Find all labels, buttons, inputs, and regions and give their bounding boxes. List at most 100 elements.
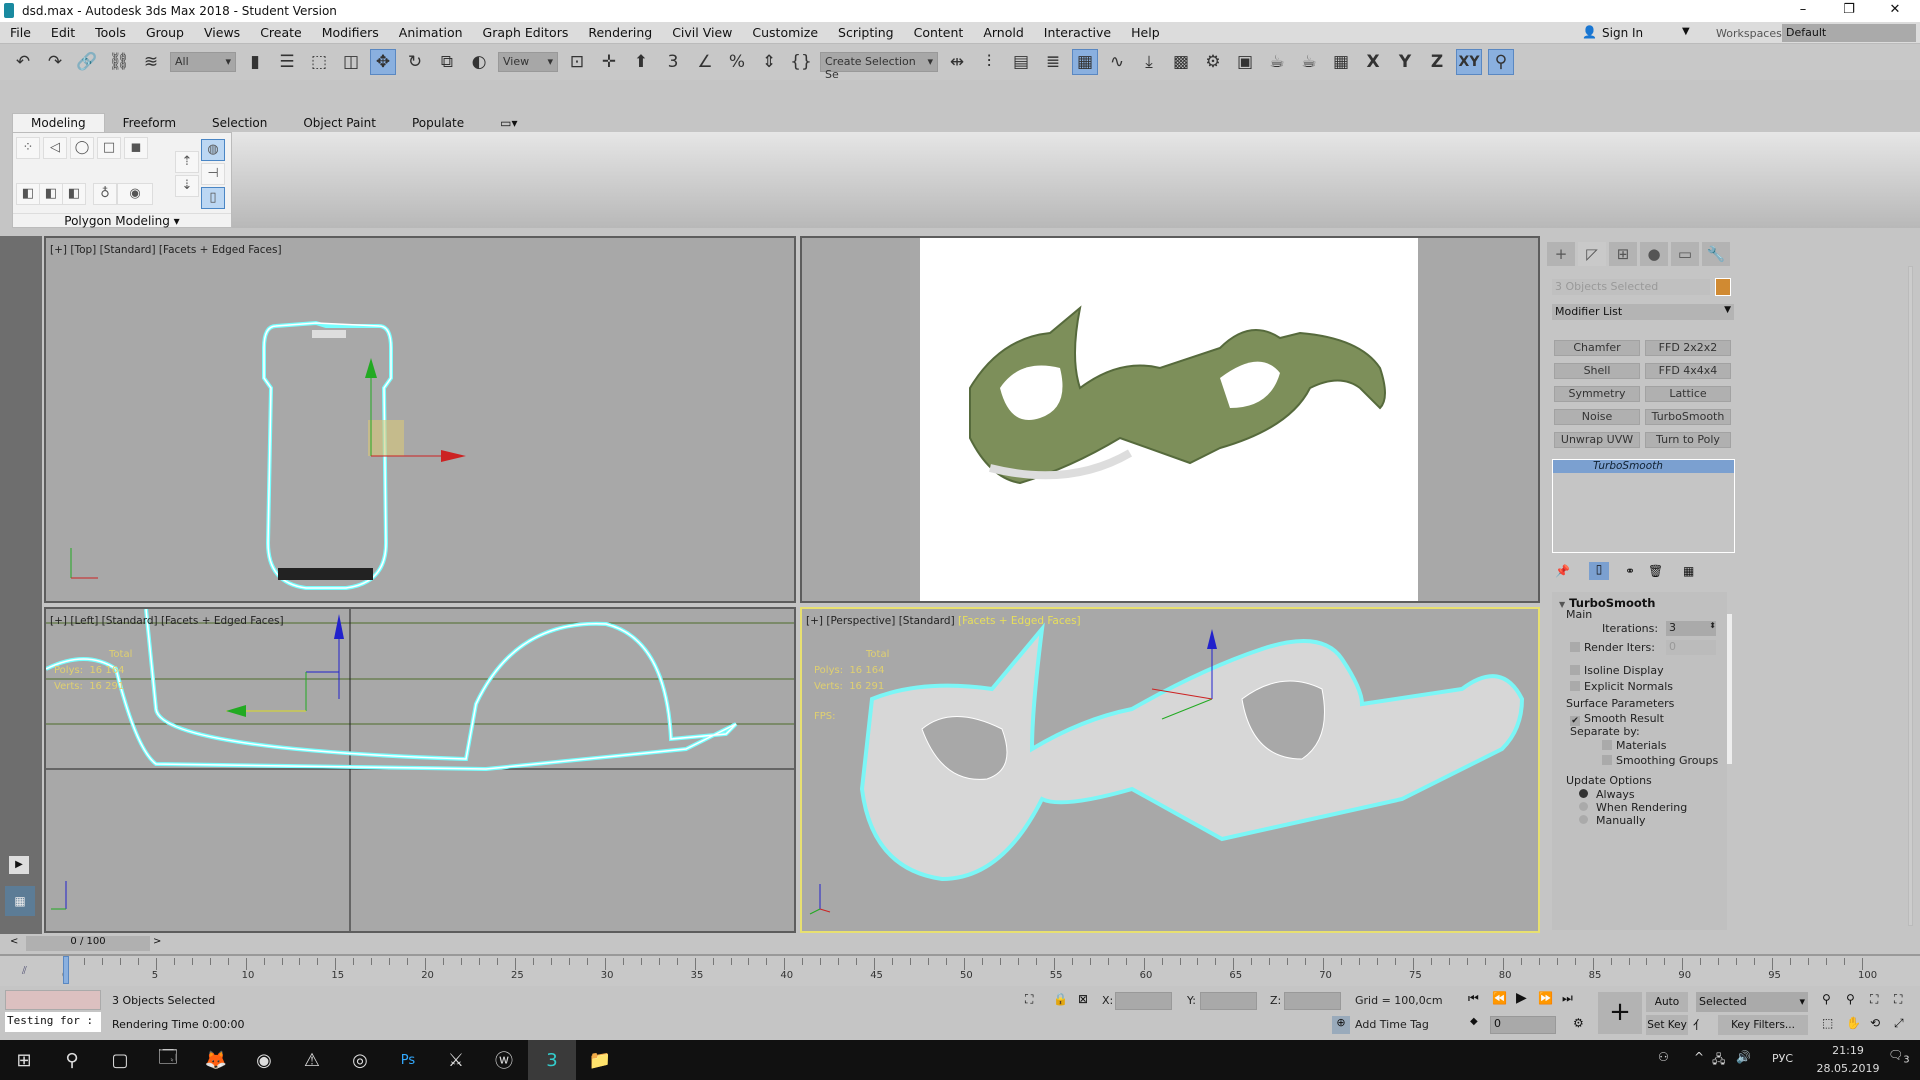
orbit-icon[interactable]: ⟲ [1870, 1016, 1880, 1030]
explicit-normals-checkbox[interactable]: Explicit Normals [1570, 680, 1673, 693]
axis-xy-button[interactable]: XY [1456, 49, 1482, 75]
axis-y-button[interactable]: Y [1392, 49, 1418, 75]
move-up-icon[interactable]: ⇡ [175, 151, 199, 173]
menu-scripting[interactable]: Scripting [828, 25, 904, 40]
schematic-view-icon[interactable]: ⤓ [1136, 49, 1162, 75]
viewport-top[interactable]: [+] [Top] [Standard] [Facets + Edged Fac… [44, 236, 796, 603]
viewport-label[interactable]: [+] [Left] [Standard] [Facets + Edged Fa… [50, 615, 284, 627]
viewport-menu[interactable]: [+] [806, 615, 823, 627]
3dsmax-taskbar-icon[interactable]: 3 [528, 1040, 576, 1080]
edge-icon[interactable]: ◁ [43, 137, 67, 159]
align-icon[interactable]: ⫶ [976, 49, 1002, 75]
viewport-mode[interactable]: [Facets + Edged Faces] [958, 615, 1081, 627]
window-crossing-icon[interactable]: ◫ [338, 49, 364, 75]
zoom-all-icon[interactable]: ⚲ [1846, 992, 1855, 1006]
select-by-name-icon[interactable]: ☰ [274, 49, 300, 75]
percent-snap-icon[interactable]: % [724, 49, 750, 75]
manually-radio[interactable]: Manually [1579, 814, 1646, 827]
render-iterative-icon[interactable]: ☕ [1296, 49, 1322, 75]
angle-snap-icon[interactable]: ∠ [692, 49, 718, 75]
expand-icon[interactable]: ▶ [9, 856, 29, 874]
spinner-snap-icon[interactable]: ⇕ [756, 49, 782, 75]
radio[interactable] [1579, 802, 1588, 811]
time-configuration-icon[interactable]: ⚙ [1573, 1016, 1584, 1030]
language-indicator[interactable]: РУС [1772, 1052, 1793, 1065]
isoline-display-checkbox[interactable]: Isoline Display [1570, 664, 1664, 677]
viewport-label[interactable]: [+] [Perspective] [Standard] [Facets + E… [806, 615, 1081, 627]
y-coordinate-input[interactable] [1200, 992, 1257, 1010]
tab-freeform[interactable]: Freeform [105, 114, 194, 132]
menu-content[interactable]: Content [904, 25, 974, 40]
app-icon[interactable]: ⚔ [432, 1040, 480, 1080]
menu-interactive[interactable]: Interactive [1034, 25, 1121, 40]
zoom-icon[interactable]: ⚲ [1822, 992, 1831, 1006]
goto-start-icon[interactable]: ⏮ [1468, 991, 1479, 1006]
menu-group[interactable]: Group [136, 25, 194, 40]
light-icon[interactable]: ♁ [93, 183, 117, 205]
curve-editor-icon[interactable]: ∿ [1104, 49, 1130, 75]
undo-icon[interactable]: ↶ [10, 49, 36, 75]
utilities-tab-icon[interactable]: 🔧 [1702, 242, 1730, 266]
named-selection-dropdown[interactable]: Create Selection Se ▾ [820, 52, 938, 81]
time-slider-thumb[interactable]: 0 / 100 [26, 936, 150, 951]
tab-modeling[interactable]: Modeling [12, 113, 105, 132]
mini-curve-editor-icon[interactable]: ⫽ [22, 964, 27, 978]
goto-end-icon[interactable]: ⏭ [1562, 991, 1573, 1006]
selection-filter-dropdown[interactable]: All ▾ [170, 52, 236, 72]
viewport-shading[interactable]: [Standard] [899, 615, 955, 627]
time-slider[interactable]: < 0 / 100 > [0, 934, 1920, 954]
menu-customize[interactable]: Customize [742, 25, 828, 40]
modifier-turn-to-poly-button[interactable]: Turn to Poly [1645, 432, 1731, 448]
isolate-selection-icon[interactable]: ⛶ [1025, 992, 1033, 1007]
z-coordinate-input[interactable] [1284, 992, 1341, 1010]
object-color-swatch[interactable] [1715, 278, 1731, 296]
modifier-symmetry-button[interactable]: Symmetry [1554, 386, 1640, 402]
link-icon[interactable]: 🔗 [74, 49, 100, 75]
axis-x-button[interactable]: X [1360, 49, 1386, 75]
viewport-layouts-icon[interactable]: ▦ [5, 886, 35, 916]
key-mode-dropdown[interactable]: Selected ▾ [1696, 992, 1808, 1012]
checkbox[interactable] [1570, 642, 1580, 652]
account-dropdown-icon[interactable]: ▼ [1682, 26, 1690, 37]
menu-create[interactable]: Create [250, 25, 312, 40]
select-manipulate-icon[interactable]: ✛ [596, 49, 622, 75]
menu-graph-editors[interactable]: Graph Editors [473, 25, 579, 40]
modify-tab-icon[interactable]: ◸ [1578, 242, 1606, 266]
material-editor-icon[interactable]: ▩ [1168, 49, 1194, 75]
rotate-icon[interactable]: ↻ [402, 49, 428, 75]
grow-icon[interactable]: ◧ [16, 183, 40, 205]
tray-chevron-icon[interactable]: ^ [1694, 1050, 1704, 1064]
redo-icon[interactable]: ↷ [42, 49, 68, 75]
viewport-view[interactable]: [Left] [70, 615, 98, 627]
move-down-icon[interactable]: ⇣ [175, 175, 199, 197]
radio[interactable] [1579, 815, 1588, 824]
selection-lock-icon[interactable]: 🔒 [1053, 992, 1068, 1006]
render-iters-checkbox[interactable]: Render Iters: [1570, 641, 1655, 654]
rect-selection-icon[interactable]: ⬚ [306, 49, 332, 75]
select-object-icon[interactable]: ▮ [242, 49, 268, 75]
network-icon[interactable]: 🖧 [1712, 1050, 1725, 1071]
app-icon[interactable]: ⓦ [480, 1040, 528, 1080]
configure-modifier-sets-icon[interactable]: ▦ [1683, 564, 1694, 578]
sign-in-button[interactable]: Sign In [1602, 26, 1643, 40]
radio-selected[interactable] [1579, 789, 1588, 798]
app-icon[interactable]: ◎ [336, 1040, 384, 1080]
field-of-view-icon[interactable]: ⬚ [1822, 1016, 1833, 1030]
render-setup-icon[interactable]: ⚙ [1200, 49, 1226, 75]
minimize-button[interactable]: – [1780, 0, 1826, 22]
maxscript-input[interactable]: Testing for : [5, 1012, 101, 1032]
loop-icon[interactable]: ◧ [62, 183, 86, 205]
spinner-arrows-icon[interactable]: ⬍ [1709, 621, 1716, 630]
notifications-icon[interactable]: 🗨3 [1888, 1048, 1910, 1065]
menu-modifiers[interactable]: Modifiers [312, 25, 389, 40]
snaps-toggle-icon[interactable]: 3 [660, 49, 686, 75]
shrink-icon[interactable]: ◧ [39, 183, 63, 205]
axis-z-button[interactable]: Z [1424, 49, 1450, 75]
checkbox[interactable] [1570, 665, 1580, 675]
modifier-unwrap-uvw-button[interactable]: Unwrap UVW [1554, 432, 1640, 448]
unlink-icon[interactable]: ⛓ [106, 49, 132, 75]
modifier-lattice-button[interactable]: Lattice [1645, 386, 1731, 402]
rendered-frame-window-icon[interactable]: ▣ [1232, 49, 1258, 75]
maximize-viewport-icon[interactable]: ⤢ [1894, 1016, 1904, 1031]
menu-arnold[interactable]: Arnold [973, 25, 1033, 40]
